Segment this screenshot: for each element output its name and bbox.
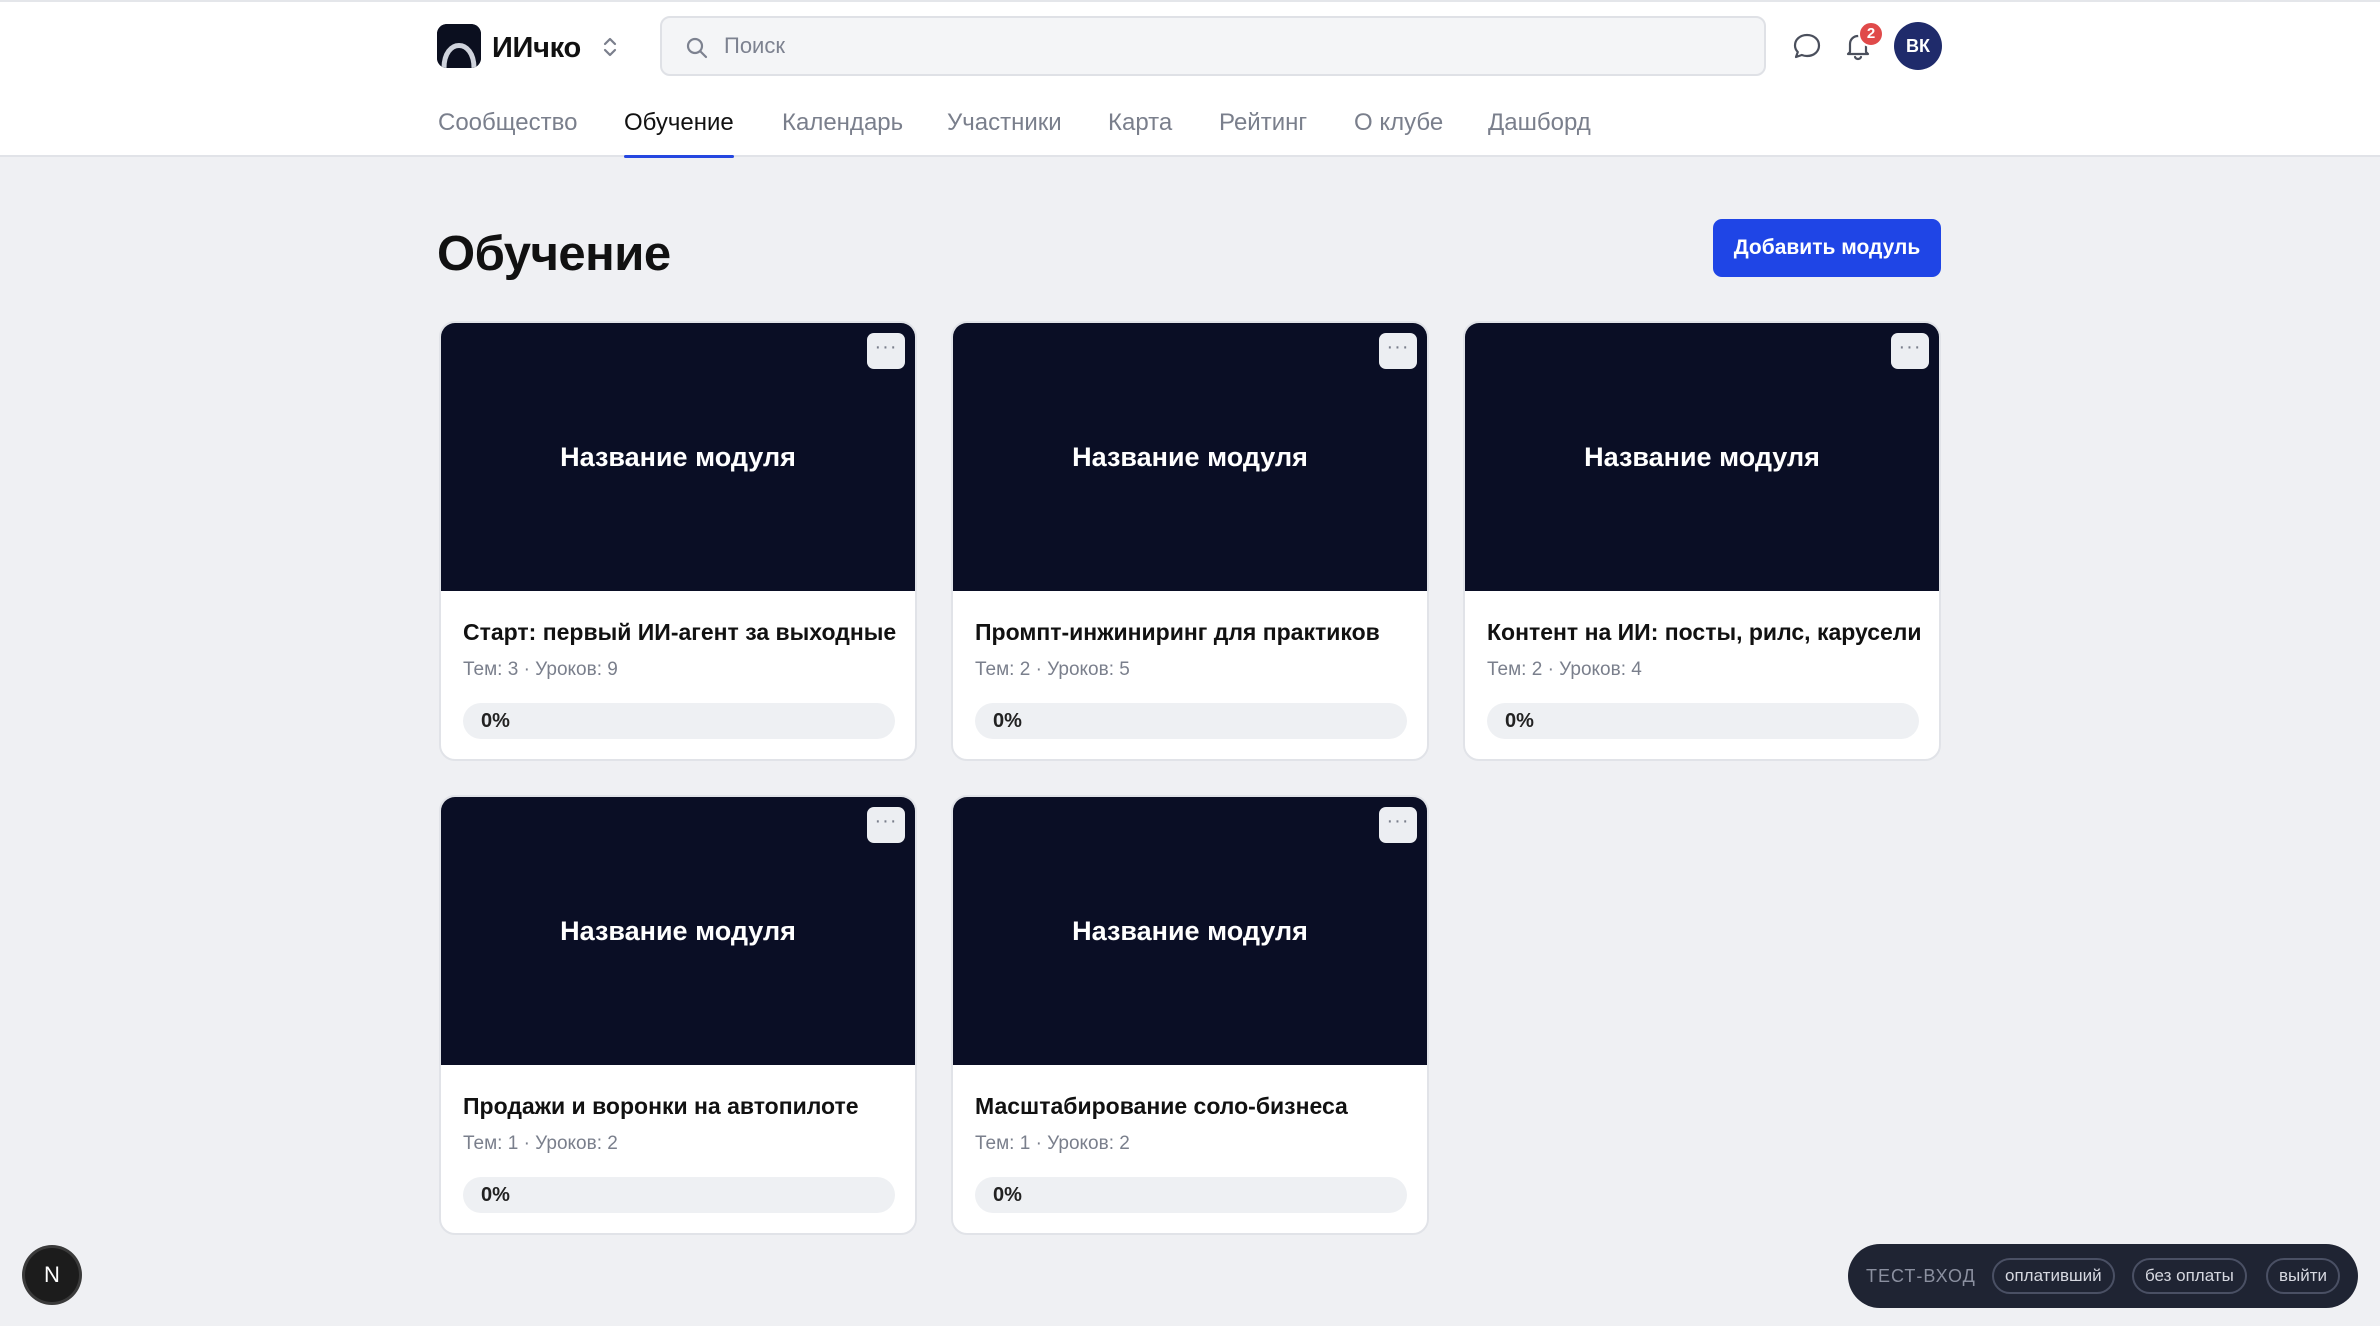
test-login-bar: ТЕСТ-ВХОД оплативший без оплаты выйти: [1848, 1244, 2358, 1308]
test-login-label: ТЕСТ-ВХОД: [1866, 1266, 1976, 1286]
module-cover-title: Название модуля: [560, 915, 796, 946]
tab-learning[interactable]: Обучение: [624, 98, 734, 158]
module-meta: Тем: 3 · Уроков: 9: [463, 659, 618, 680]
module-card[interactable]: Название модуля ··· Контент на ИИ: посты…: [1463, 321, 1941, 761]
dev-tools-badge[interactable]: N: [25, 1248, 79, 1302]
search-input[interactable]: [724, 18, 1744, 74]
module-meta: Тем: 1 · Уроков: 2: [975, 1133, 1130, 1154]
tab-calendar[interactable]: Календарь: [782, 98, 903, 158]
module-cover: Название модуля: [1465, 323, 1939, 591]
brand-name[interactable]: ИИчко: [492, 28, 581, 68]
module-cover-title: Название модуля: [1072, 441, 1308, 472]
module-meta: Тем: 2 · Уроков: 4: [1487, 659, 1642, 680]
module-card[interactable]: Название модуля ··· Старт: первый ИИ-аге…: [439, 321, 917, 761]
search-icon: [686, 37, 708, 59]
chevron-up-down-icon[interactable]: [598, 32, 622, 62]
module-progress-label: 0%: [481, 1184, 510, 1206]
module-title: Продажи и воронки на автопилоте: [463, 1093, 859, 1119]
module-progress-bar: 0%: [463, 703, 895, 739]
module-progress-label: 0%: [993, 710, 1022, 732]
tab-map[interactable]: Карта: [1108, 98, 1172, 158]
module-meta: Тем: 1 · Уроков: 2: [463, 1133, 618, 1154]
module-cover-title: Название модуля: [1072, 915, 1308, 946]
more-options-icon[interactable]: ···: [1891, 333, 1929, 369]
tab-about-club[interactable]: О клубе: [1354, 98, 1443, 158]
module-title: Масштабирование соло-бизнеса: [975, 1093, 1348, 1119]
module-cover-title: Название модуля: [1584, 441, 1820, 472]
module-title: Промпт-инжиниринг для практиков: [975, 619, 1380, 645]
test-login-unpaid-button[interactable]: без оплаты: [2132, 1258, 2247, 1294]
test-logout-button[interactable]: выйти: [2266, 1258, 2341, 1294]
module-cover: Название модуля: [953, 797, 1427, 1065]
tab-rating[interactable]: Рейтинг: [1219, 98, 1307, 158]
add-module-button[interactable]: Добавить модуль: [1713, 219, 1941, 277]
search-box: [660, 16, 1766, 76]
module-cover-title: Название модуля: [560, 441, 796, 472]
module-card[interactable]: Название модуля ··· Продажи и воронки на…: [439, 795, 917, 1235]
more-options-icon[interactable]: ···: [1379, 807, 1417, 843]
module-cover: Название модуля: [953, 323, 1427, 591]
notification-badge: 2: [1858, 21, 1884, 47]
module-progress-bar: 0%: [975, 1177, 1407, 1213]
module-progress-bar: 0%: [463, 1177, 895, 1213]
module-card[interactable]: Название модуля ··· Промпт-инжиниринг дл…: [951, 321, 1429, 761]
module-progress-label: 0%: [1505, 710, 1534, 732]
module-card[interactable]: Название модуля ··· Масштабирование соло…: [951, 795, 1429, 1235]
module-progress-label: 0%: [993, 1184, 1022, 1206]
more-options-icon[interactable]: ···: [1379, 333, 1417, 369]
tab-members[interactable]: Участники: [947, 98, 1062, 158]
module-progress-bar: 0%: [1487, 703, 1919, 739]
module-cover: Название модуля: [441, 323, 915, 591]
user-avatar[interactable]: ВК: [1894, 22, 1942, 70]
module-cover: Название модуля: [441, 797, 915, 1065]
module-title: Контент на ИИ: посты, рилс, карусели: [1487, 619, 1922, 645]
module-progress-label: 0%: [481, 710, 510, 732]
more-options-icon[interactable]: ···: [867, 333, 905, 369]
chat-icon[interactable]: [1790, 29, 1824, 63]
test-login-paid-button[interactable]: оплативший: [1992, 1258, 2115, 1294]
top-header: ИИчко 2 ВК Сообщество Обучение Календарь…: [0, 0, 2380, 158]
module-title: Старт: первый ИИ-агент за выходные: [463, 619, 897, 645]
brand-logo-icon[interactable]: [437, 24, 481, 68]
tab-dashboard[interactable]: Дашборд: [1488, 98, 1591, 158]
more-options-icon[interactable]: ···: [867, 807, 905, 843]
module-meta: Тем: 2 · Уроков: 5: [975, 659, 1130, 680]
page-title: Обучение: [437, 227, 671, 281]
module-progress-bar: 0%: [975, 703, 1407, 739]
tab-community[interactable]: Сообщество: [438, 98, 577, 158]
